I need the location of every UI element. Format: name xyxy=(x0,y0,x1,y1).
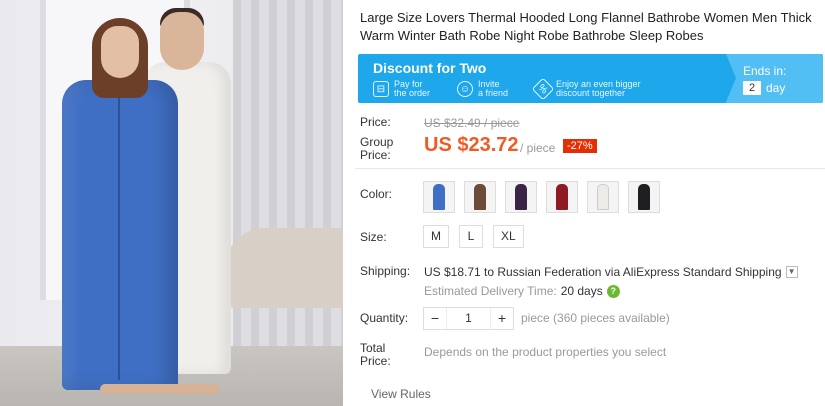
color-label: Color: xyxy=(360,187,393,201)
quantity-label: Quantity: xyxy=(360,311,409,325)
banner-step-discount: % Enjoy an even bigger discount together xyxy=(531,77,641,101)
countdown-label: Ends in: xyxy=(743,64,787,78)
product-main-image[interactable] xyxy=(0,0,343,406)
quantity-decrease-button[interactable]: − xyxy=(424,308,446,329)
color-swatch-purple[interactable] xyxy=(505,181,537,213)
color-swatch-red[interactable] xyxy=(546,181,578,213)
bathrobe-zipper xyxy=(118,90,120,380)
countdown-days-value: 2 xyxy=(743,81,761,95)
help-icon[interactable]: ? xyxy=(606,284,620,298)
size-option-m[interactable]: M xyxy=(423,225,449,248)
section-divider xyxy=(355,168,825,169)
delivery-estimate: Estimated Delivery Time: 20 days ? xyxy=(424,284,620,298)
product-info-panel: Large Size Lovers Thermal Hooded Long Fl… xyxy=(355,0,825,406)
price-unit: / piece xyxy=(520,141,556,155)
countdown-days-unit: day xyxy=(766,81,786,95)
quantity-stepper: − 1 + xyxy=(423,307,514,330)
color-swatch-list xyxy=(423,181,660,213)
shipping-info: US $18.71 to Russian Federation via AliE… xyxy=(424,265,798,279)
group-price: US $23.72 xyxy=(424,134,519,156)
discount-badge: -27% xyxy=(563,139,597,153)
banner-heading: Discount for Two xyxy=(373,60,487,76)
size-option-list: M L XL xyxy=(423,225,524,248)
size-option-l[interactable]: L xyxy=(459,225,483,248)
price-label: Price: xyxy=(360,115,391,129)
model-man-head xyxy=(160,12,204,70)
person-add-icon: ☺ xyxy=(457,81,473,97)
blue-bathrobe xyxy=(62,80,178,390)
size-label: Size: xyxy=(360,230,387,244)
shipping-label: Shipping: xyxy=(360,264,411,278)
quantity-input[interactable]: 1 xyxy=(446,308,491,329)
total-price-note: Depends on the product properties you se… xyxy=(424,345,667,359)
countdown-area xyxy=(726,54,823,103)
model-feet xyxy=(100,384,220,394)
view-rules-link[interactable]: View Rules xyxy=(371,387,431,401)
model-woman-head xyxy=(101,26,139,78)
total-price-label: Total Price: xyxy=(360,341,391,368)
background-sofa xyxy=(225,228,343,308)
color-swatch-black[interactable] xyxy=(628,181,660,213)
product-title: Large Size Lovers Thermal Hooded Long Fl… xyxy=(360,10,812,43)
delivery-days: 20 days xyxy=(560,284,603,298)
banner-step-invite: ☺ Invite a friend xyxy=(457,80,508,98)
color-swatch-blue[interactable] xyxy=(423,181,455,213)
quantity-increase-button[interactable]: + xyxy=(491,308,513,329)
size-option-xl[interactable]: XL xyxy=(493,225,524,248)
color-swatch-white[interactable] xyxy=(587,181,619,213)
quantity-availability: piece (360 pieces available) xyxy=(521,311,670,325)
price-tag-icon: ⊟ xyxy=(373,81,389,97)
banner-arrow xyxy=(726,54,736,102)
coupon-icon: % xyxy=(531,77,555,101)
chevron-down-icon[interactable]: ▼ xyxy=(785,266,798,278)
color-swatch-brown[interactable] xyxy=(464,181,496,213)
group-price-label: Group Price: xyxy=(360,135,394,162)
banner-step-pay: ⊟ Pay for the order xyxy=(373,80,430,98)
discount-for-two-banner[interactable]: Discount for Two ⊟ Pay for the order ☺ In… xyxy=(358,54,823,103)
delivery-label: Estimated Delivery Time: xyxy=(424,284,557,298)
shipping-text: US $18.71 to Russian Federation via AliE… xyxy=(424,265,782,279)
original-price: US $32.49 / piece xyxy=(424,116,520,130)
